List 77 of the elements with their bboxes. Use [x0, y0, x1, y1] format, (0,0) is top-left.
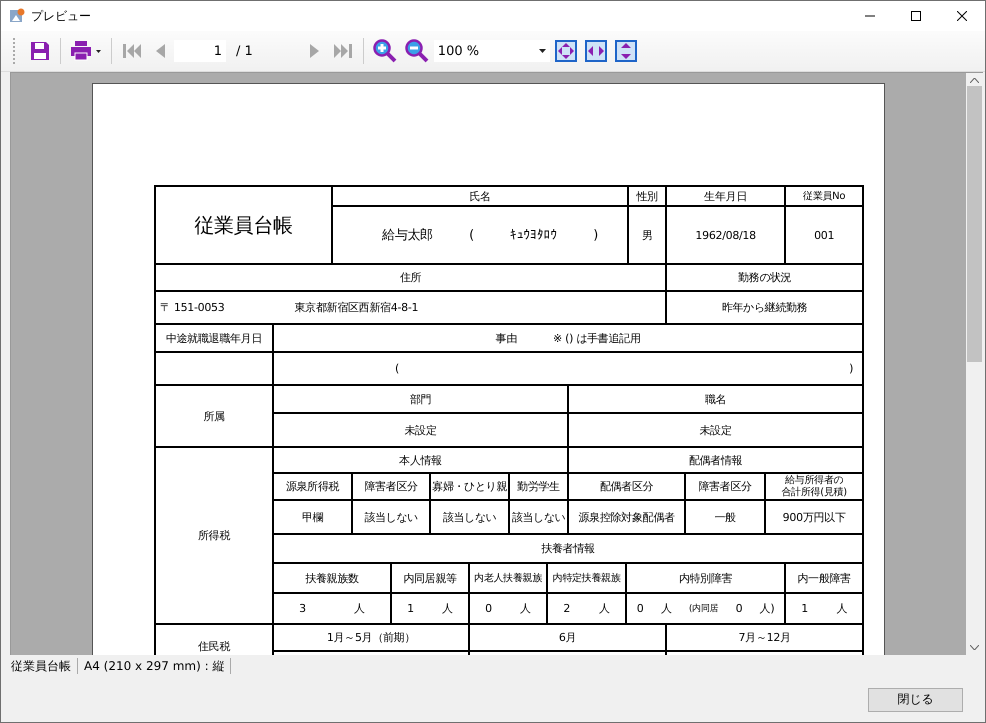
table-cell: 未設定	[568, 413, 864, 447]
table-cell: 事由 ※ () は手書追記用	[273, 324, 864, 352]
form-title: 従業員台帳	[155, 186, 332, 264]
fit-page-icon	[554, 40, 577, 62]
table-cell: 職名	[568, 385, 864, 413]
table-cell: 内老人扶養親族	[469, 563, 548, 593]
table-cell: 中途就職退職年月日	[155, 324, 273, 352]
table-cell: 給与太郎 ( ｷｭｳﾖﾀﾛｳ )	[332, 206, 628, 264]
table-cell: 配偶者区分	[568, 473, 686, 500]
zoom-out-icon	[404, 39, 429, 63]
table-cell: 障害者区分	[352, 473, 430, 500]
section-label: 所属	[155, 385, 273, 447]
window-title: プレビュー	[31, 8, 92, 24]
table-cell: 生年月日	[666, 186, 786, 206]
section-label: 住民税	[155, 624, 273, 655]
table-cell: 1 人	[391, 593, 470, 624]
zoom-in-icon	[372, 39, 397, 63]
table-cell: 扶養者情報	[273, 534, 864, 563]
table-cell: 1 人	[785, 593, 864, 624]
save-icon	[29, 40, 51, 62]
table-cell: 内同居親等	[391, 563, 470, 593]
table-cell: ( )	[273, 352, 864, 385]
scroll-up-icon[interactable]	[970, 78, 979, 83]
status-text: 従業員台帳	[5, 658, 78, 674]
table-cell: 部門	[273, 385, 568, 413]
table-cell: 男	[628, 206, 666, 264]
table-cell: 甲欄	[273, 500, 352, 534]
table-cell: 0 人	[469, 593, 548, 624]
table-cell: 該当しない	[352, 500, 430, 534]
table-cell: 従業員No	[785, 186, 864, 206]
table-cell: 0 人 (内同居 0 人)	[626, 593, 786, 624]
table-cell: 7月～12月	[666, 624, 864, 651]
table-cell: 本人情報	[273, 447, 568, 473]
table-cell: 該当しない	[509, 500, 568, 534]
zoom-select[interactable]: 100 %	[434, 40, 550, 62]
table-cell: 勤務の状況	[666, 264, 864, 291]
table-cell: 給与所得者の 合計所得(見積)	[765, 473, 864, 500]
fit-height-icon	[614, 40, 637, 62]
page-number-field[interactable]: 1	[174, 40, 226, 62]
dropdown-caret-icon	[538, 49, 546, 53]
status-text: A4 (210 x 297 mm) : 縦	[78, 658, 232, 674]
page-total: / 1	[236, 44, 253, 58]
close-dialog-button[interactable]: 閉じる	[868, 688, 963, 712]
table-cell: 住所	[155, 264, 666, 291]
table-cell: 一般	[685, 500, 766, 534]
table-cell: 源泉所得税	[273, 473, 352, 500]
table-cell: 氏名	[332, 186, 628, 206]
table-cell: 性別	[628, 186, 666, 206]
printer-icon	[70, 40, 102, 62]
table-cell: 2 人	[547, 593, 626, 624]
section-label: 所得税	[155, 447, 273, 624]
app-icon	[9, 8, 25, 24]
table-cell: 昨年から継続勤務	[666, 291, 864, 324]
table-cell: 001	[785, 206, 864, 264]
table-cell: 内特別障害	[626, 563, 786, 593]
table-cell: 1月～5月（前期）	[273, 624, 470, 651]
table-cell: 該当しない	[430, 500, 510, 534]
scroll-down-icon[interactable]	[970, 645, 979, 650]
close-icon	[957, 11, 967, 21]
table-cell: 〒 151-0053 東京都新宿区西新宿4-8-1	[155, 291, 666, 324]
table-cell: 寡婦・ひとり親	[430, 473, 510, 500]
table-cell: 3 人	[273, 593, 392, 624]
table-cell: 6月	[469, 624, 666, 651]
table-cell: 配偶者情報	[568, 447, 864, 473]
table-cell: 内特定扶養親族	[547, 563, 626, 593]
table-cell: 未設定	[273, 413, 568, 447]
table-cell: 1962/08/18	[666, 206, 786, 264]
table-cell: 源泉控除対象配偶者	[568, 500, 686, 534]
table-cell: 内一般障害	[785, 563, 864, 593]
table-cell: 障害者区分	[685, 473, 766, 500]
maximize-icon	[911, 11, 921, 21]
fit-width-icon	[584, 40, 607, 62]
table-cell: 900万円以下	[765, 500, 864, 534]
last-page-icon	[332, 42, 354, 60]
first-page-icon	[121, 42, 143, 60]
table-cell: 勤労学生	[509, 473, 568, 500]
table-cell: 扶養親族数	[273, 563, 392, 593]
